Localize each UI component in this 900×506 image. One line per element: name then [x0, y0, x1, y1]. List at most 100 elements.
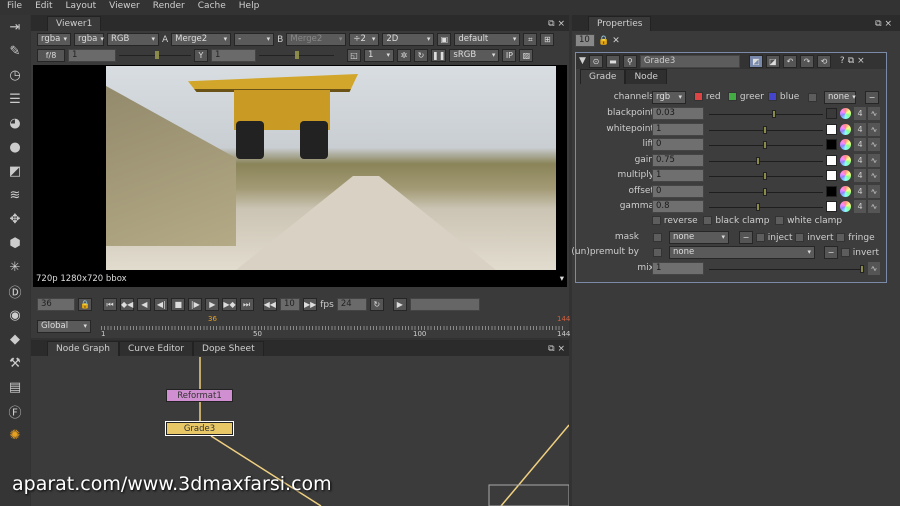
- gamma-field[interactable]: 1: [211, 49, 256, 62]
- roi-icon[interactable]: ⌗: [523, 33, 538, 46]
- gamma-slider[interactable]: [259, 51, 334, 59]
- color-wheel-icon[interactable]: [840, 170, 851, 181]
- color2-icon[interactable]: ◪: [765, 54, 780, 68]
- stop-button[interactable]: ■: [171, 298, 186, 311]
- input-icon[interactable]: ⚲: [622, 54, 637, 68]
- menu-edit[interactable]: Edit: [28, 0, 58, 15]
- color-swatch[interactable]: [826, 154, 837, 166]
- channels-dropdown[interactable]: rgba: [37, 33, 71, 46]
- prev-frame-button[interactable]: ◀: [137, 298, 152, 311]
- expand-channels-button[interactable]: 4: [854, 107, 866, 120]
- filter-icon[interactable]: ●: [0, 135, 30, 159]
- zebra-icon[interactable]: ▨: [519, 49, 534, 62]
- expand-channels-button[interactable]: 4: [854, 138, 866, 151]
- a-input-dropdown[interactable]: Merge2: [171, 33, 232, 46]
- tab-properties[interactable]: Properties: [588, 16, 652, 31]
- float-icon[interactable]: ⧉: [848, 56, 854, 66]
- lock-icon[interactable]: 🔒: [598, 36, 609, 46]
- b-input-dropdown[interactable]: Merge2: [286, 33, 347, 46]
- collapse-icon[interactable]: ▼: [579, 56, 586, 66]
- curve-icon[interactable]: ∿: [868, 262, 880, 275]
- color-swatch[interactable]: [826, 139, 837, 150]
- blue-checkbox[interactable]: [768, 92, 777, 101]
- proxy-dropdown[interactable]: 1: [364, 49, 394, 62]
- color-wheel-icon[interactable]: [840, 108, 851, 119]
- float-close-icon[interactable]: ⧉ ×: [544, 19, 569, 31]
- curve-icon[interactable]: ∿: [868, 153, 880, 167]
- mix-field[interactable]: 1: [652, 262, 704, 275]
- tab-grade[interactable]: Grade: [580, 69, 626, 84]
- color-icon[interactable]: ◕: [0, 111, 30, 135]
- color-swatch[interactable]: [826, 123, 837, 135]
- center-icon[interactable]: ⊙: [588, 54, 603, 68]
- loop-icon[interactable]: ↻: [369, 298, 384, 311]
- expand-channels-button[interactable]: 4: [854, 169, 866, 182]
- premult-dropdown[interactable]: none: [669, 246, 815, 259]
- white-clamp-checkbox[interactable]: [775, 216, 785, 225]
- color-wheel-icon[interactable]: [840, 185, 851, 197]
- color-icon[interactable]: ◩: [748, 54, 763, 68]
- curve-icon[interactable]: ∿: [868, 169, 880, 182]
- colorspace-dropdown[interactable]: sRGB: [449, 49, 500, 62]
- param-slider[interactable]: [709, 141, 823, 149]
- node-reformat1[interactable]: Reformat1: [166, 389, 233, 402]
- menu-file[interactable]: File: [0, 0, 28, 15]
- metadata-icon[interactable]: ◆: [0, 327, 30, 351]
- expand-channels-button[interactable]: 4: [854, 122, 866, 136]
- color-wheel-icon[interactable]: [840, 154, 851, 166]
- reverse-checkbox[interactable]: [652, 216, 661, 225]
- param-slider[interactable]: [709, 203, 823, 211]
- param-value-field[interactable]: 1: [652, 169, 704, 182]
- param-slider[interactable]: [709, 172, 823, 180]
- mask-minus-button[interactable]: −: [739, 231, 753, 244]
- menu-help[interactable]: Help: [232, 0, 266, 15]
- param-slider[interactable]: [709, 110, 823, 118]
- mix-slider[interactable]: [709, 265, 864, 273]
- premult-invert-checkbox[interactable]: [840, 248, 850, 257]
- tab-viewer1[interactable]: Viewer1: [47, 16, 102, 31]
- menu-render[interactable]: Render: [146, 0, 191, 15]
- help-icon[interactable]: ?: [840, 56, 845, 66]
- mask-icon[interactable]: ⊞: [540, 33, 555, 46]
- color-swatch[interactable]: [826, 170, 837, 181]
- alpha-checkbox[interactable]: [808, 93, 817, 102]
- color-wheel-icon[interactable]: [840, 201, 851, 212]
- play-forward-button[interactable]: |▶: [188, 298, 203, 311]
- display-channel-dropdown[interactable]: RGB: [107, 33, 159, 46]
- alpha-channel-dropdown[interactable]: rgba: [74, 33, 104, 46]
- menu-layout[interactable]: Layout: [59, 0, 103, 15]
- expand-channels-button[interactable]: 4: [854, 200, 866, 213]
- color-wheel-icon[interactable]: [840, 139, 851, 150]
- mask-checkbox[interactable]: [653, 233, 662, 242]
- curve-icon[interactable]: ∿: [868, 200, 880, 213]
- range-dropdown[interactable]: Global: [37, 320, 91, 333]
- float-close-icon[interactable]: ⧉ ×: [867, 19, 900, 31]
- param-slider[interactable]: [709, 125, 823, 134]
- next-keyframe-button[interactable]: ▶◆: [222, 298, 237, 311]
- update-icon[interactable]: ↻: [414, 49, 428, 62]
- black-clamp-checkbox[interactable]: [703, 216, 713, 225]
- draw-icon[interactable]: ✎: [0, 39, 30, 63]
- increment-field[interactable]: 10: [279, 298, 300, 311]
- last-frame-button[interactable]: ⏭: [239, 298, 254, 311]
- curve-icon[interactable]: ∿: [868, 138, 880, 151]
- close-icon[interactable]: ×: [857, 56, 865, 66]
- clear-panels-icon[interactable]: ✕: [612, 36, 620, 46]
- color-swatch[interactable]: [826, 185, 837, 197]
- info-dropdown-icon[interactable]: ▾: [560, 274, 564, 284]
- keyer-icon[interactable]: ◩: [0, 159, 30, 183]
- flipbook-icon[interactable]: ▶: [392, 298, 407, 311]
- next-frame-button[interactable]: ▶: [205, 298, 220, 311]
- viewer-canvas[interactable]: [33, 65, 567, 272]
- param-value-field[interactable]: 0: [652, 184, 704, 198]
- pause-icon[interactable]: ❚❚: [431, 49, 447, 62]
- fps-field[interactable]: 24: [336, 298, 367, 311]
- invert-checkbox[interactable]: [795, 233, 805, 242]
- proxy-icon[interactable]: ◱: [347, 49, 361, 62]
- curve-icon[interactable]: ∿: [868, 107, 880, 120]
- time-icon[interactable]: ◷: [0, 63, 30, 87]
- redo-icon[interactable]: ↷: [799, 54, 814, 68]
- param-value-field[interactable]: 0: [652, 138, 704, 151]
- max-panels-field[interactable]: 10: [575, 34, 595, 47]
- minus-button[interactable]: −: [865, 91, 879, 104]
